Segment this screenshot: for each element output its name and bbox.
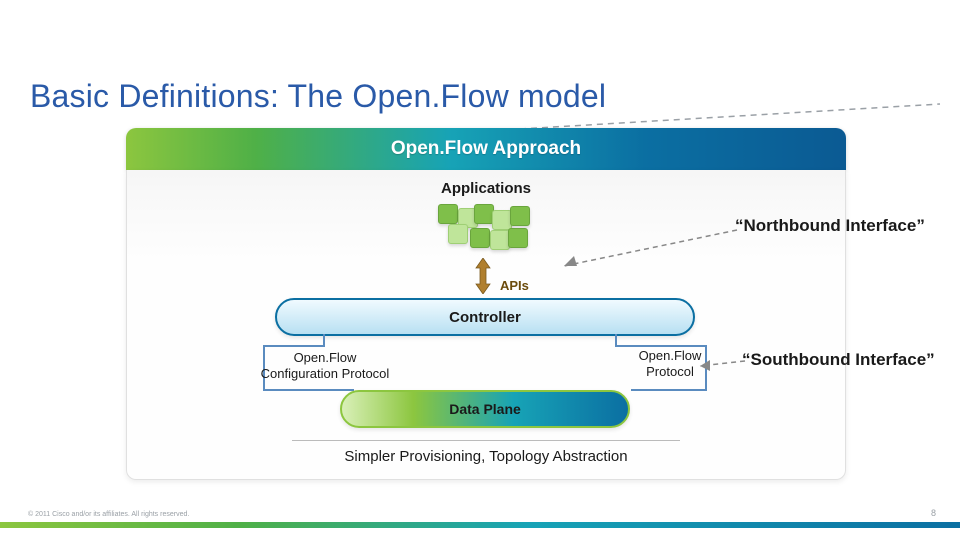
data-plane-label: Data Plane (449, 401, 521, 417)
openflow-config-label: Open.Flow Configuration Protocol (245, 350, 405, 383)
controller-box: Controller (275, 298, 695, 336)
text-line: Configuration Protocol (245, 366, 405, 382)
app-node-icon (474, 204, 494, 224)
apis-double-arrow-icon (474, 258, 492, 294)
banner: Open.Flow Approach (126, 128, 846, 170)
apis-label: APIs (500, 278, 529, 293)
app-node-icon (510, 206, 530, 226)
page-number: 8 (931, 508, 936, 518)
applications-icon-cluster (430, 204, 540, 254)
data-plane-box: Data Plane (340, 390, 630, 428)
app-node-icon (448, 224, 468, 244)
southbound-arrow-icon (690, 356, 750, 374)
southbound-label: “Southbound Interface” (742, 350, 935, 370)
controller-label: Controller (449, 309, 521, 326)
app-node-icon (490, 230, 510, 250)
caption: Simpler Provisioning, Topology Abstracti… (126, 448, 846, 465)
divider (292, 440, 680, 441)
app-node-icon (438, 204, 458, 224)
applications-label: Applications (126, 180, 846, 197)
northbound-label: “Northbound Interface” (735, 216, 925, 236)
northbound-arrow-icon (552, 222, 742, 272)
footer-accent-bar (0, 522, 960, 528)
text-line: Open.Flow (245, 350, 405, 366)
app-node-icon (492, 210, 512, 230)
app-node-icon (508, 228, 528, 248)
copyright: © 2011 Cisco and/or its affiliates. All … (28, 511, 189, 518)
slide: Basic Definitions: The Open.Flow model O… (0, 0, 960, 540)
app-node-icon (470, 228, 490, 248)
